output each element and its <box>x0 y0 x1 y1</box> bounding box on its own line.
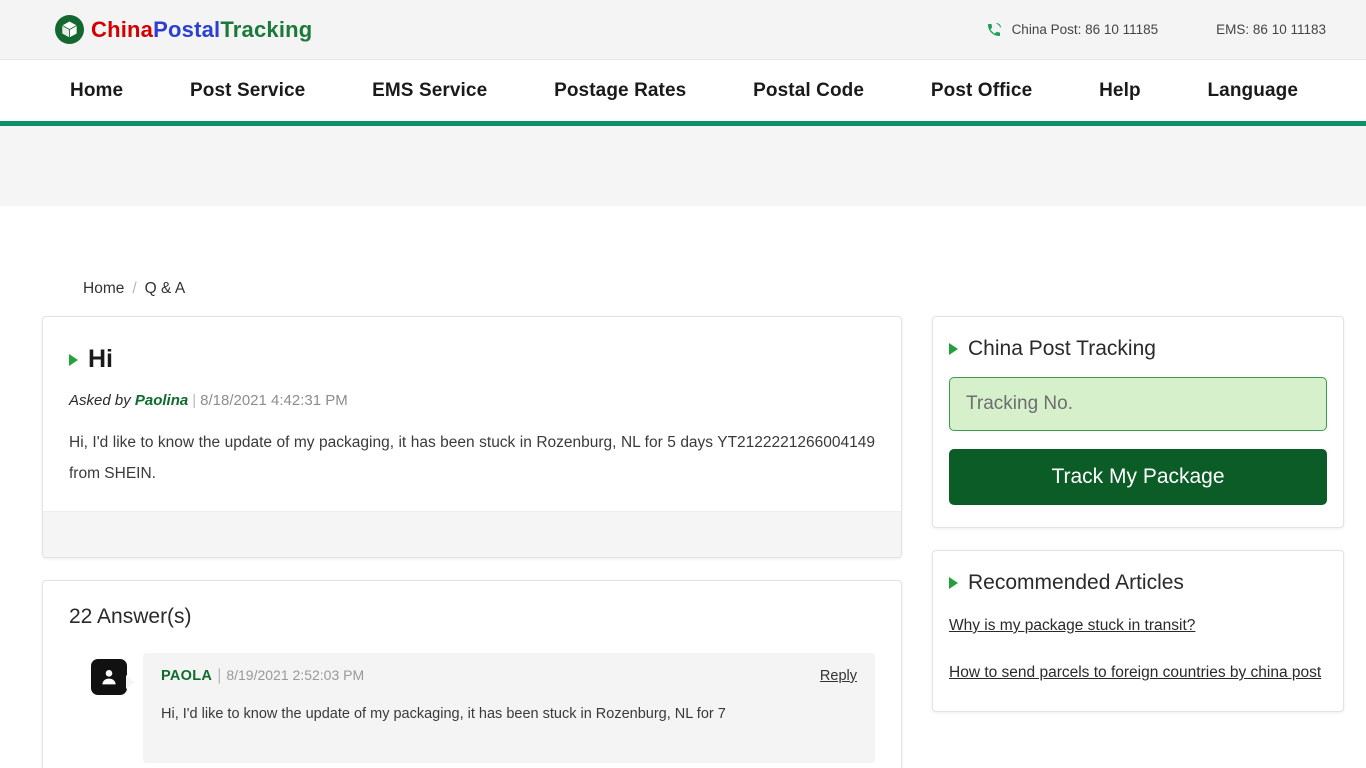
meta-separator: | <box>192 392 197 409</box>
question-author: Paolina <box>134 392 189 409</box>
articles-panel-title: Recommended Articles <box>968 571 1184 594</box>
package-box-icon <box>55 15 84 44</box>
nav-item-post-service[interactable]: Post Service <box>190 80 305 102</box>
article-link-send-parcels-abroad[interactable]: How to send parcels to foreign countries… <box>949 658 1327 687</box>
asked-by-label: Asked by <box>69 392 131 409</box>
answers-count: 22 Answer(s) <box>69 605 192 628</box>
answer-date: 8/19/2021 2:52:03 PM <box>226 667 365 683</box>
logo-text-china: China <box>91 16 154 42</box>
question-card-footer <box>43 511 901 557</box>
tracking-number-input[interactable] <box>949 377 1327 431</box>
question-date: 8/18/2021 4:42:31 PM <box>200 392 348 409</box>
article-link-stuck-in-transit[interactable]: Why is my package stuck in transit? <box>949 611 1327 640</box>
question-title-row: Hi <box>69 345 875 374</box>
answer-author: PAOLA <box>161 668 213 684</box>
china-post-phone: China Post: 86 10 11185 <box>1011 22 1159 37</box>
main-column: Hi Asked by Paolina | 8/18/2021 4:42:31 PM… <box>42 316 902 768</box>
nav-item-language[interactable]: Language <box>1207 80 1298 102</box>
main-navigation: Home Post Service EMS Service Postage Ra… <box>0 60 1366 126</box>
nav-item-postal-code[interactable]: Postal Code <box>753 80 864 102</box>
answers-card: 22 Answer(s) PAOLA | 8/19/2021 2:52:03 PM … <box>42 580 902 768</box>
reply-link[interactable]: Reply <box>820 668 857 684</box>
breadcrumb: Home / Q & A <box>40 206 1326 316</box>
breadcrumb-home[interactable]: Home <box>83 280 124 297</box>
breadcrumb-separator: / <box>132 280 137 297</box>
logo-wordmark: ChinaPostalTracking <box>91 17 312 43</box>
question-body: Hi, I'd like to know the update of my pa… <box>69 434 875 482</box>
contact-info: China Post: 86 10 11185 EMS: 86 10 11183 <box>986 22 1326 38</box>
content-columns: Hi Asked by Paolina | 8/18/2021 4:42:31 PM… <box>40 316 1344 768</box>
tracking-panel-title-row: China Post Tracking <box>949 337 1327 361</box>
tracking-panel: China Post Tracking Track My Package <box>932 316 1344 528</box>
top-bar: ChinaPostalTracking China Post: 86 10 11… <box>0 0 1366 60</box>
recommended-articles-panel: Recommended Articles Why is my package s… <box>932 550 1344 712</box>
articles-panel-title-row: Recommended Articles <box>949 571 1327 595</box>
ems-phone: EMS: 86 10 11183 <box>1216 22 1326 37</box>
triangle-bullet-icon <box>949 343 958 355</box>
sidebar: China Post Tracking Track My Package Rec… <box>932 316 1344 768</box>
logo-text-postal: Postal <box>153 16 221 42</box>
nav-item-ems-service[interactable]: EMS Service <box>372 80 487 102</box>
answer-item: PAOLA | 8/19/2021 2:52:03 PM Reply Hi, I'd… <box>69 653 875 763</box>
tracking-panel-title: China Post Tracking <box>968 337 1156 360</box>
logo-text-tracking: Tracking <box>220 16 313 42</box>
banner-placeholder <box>0 126 1366 206</box>
phone-icon <box>986 22 1002 38</box>
track-my-package-button[interactable]: Track My Package <box>949 449 1327 505</box>
answer-bubble: PAOLA | 8/19/2021 2:52:03 PM Reply Hi, I'd… <box>143 653 875 763</box>
nav-item-post-office[interactable]: Post Office <box>931 80 1032 102</box>
question-meta: Asked by Paolina | 8/18/2021 4:42:31 PM <box>69 392 875 409</box>
question-title: Hi <box>88 345 113 373</box>
breadcrumb-current: Q & A <box>144 280 186 297</box>
page-container: Home / Q & A Hi Asked by Paolina | 8/18/2021… <box>0 206 1366 768</box>
answer-text: Hi, I'd like to know the update of my pa… <box>161 706 726 722</box>
nav-item-home[interactable]: Home <box>70 80 123 102</box>
answer-meta-separator: | <box>217 667 222 684</box>
user-avatar-icon <box>91 659 134 695</box>
nav-item-help[interactable]: Help <box>1099 80 1141 102</box>
answer-header: PAOLA | 8/19/2021 2:52:03 PM Reply <box>161 667 857 685</box>
site-logo[interactable]: ChinaPostalTracking <box>55 15 312 44</box>
triangle-bullet-icon <box>949 577 958 589</box>
question-card: Hi Asked by Paolina | 8/18/2021 4:42:31 PM… <box>42 316 902 558</box>
nav-item-postage-rates[interactable]: Postage Rates <box>554 80 686 102</box>
triangle-bullet-icon <box>69 353 78 366</box>
